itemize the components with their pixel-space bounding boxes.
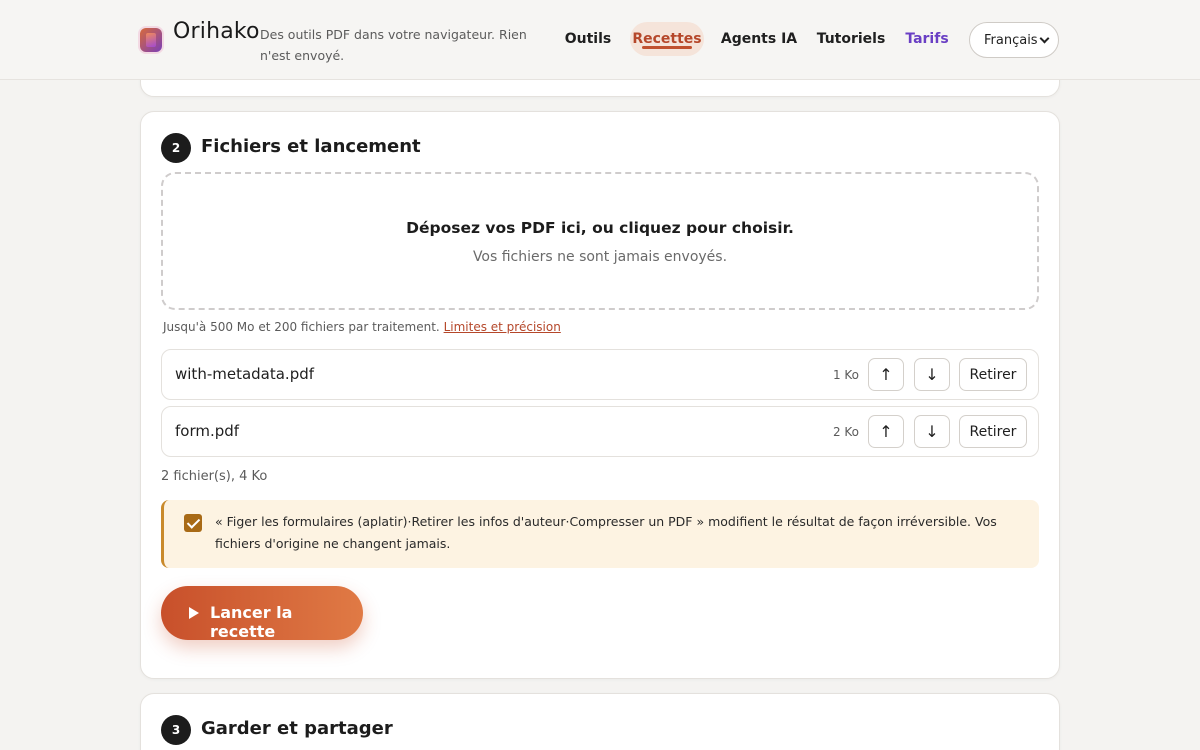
run-recipe-label: Lancer la recette [210, 603, 293, 641]
language-select[interactable]: Français [969, 22, 1059, 58]
nav-agents-ia[interactable]: Agents IA [718, 22, 800, 56]
brand-tagline: Des outils PDF dans votre navigateur. Ri… [260, 27, 527, 63]
remove-file-button[interactable]: Retirer [959, 415, 1027, 448]
files-summary: 2 fichier(s), 4 Ko [161, 469, 268, 484]
step3-title: Garder et partager [201, 718, 393, 739]
step3-card: 3 Garder et partager [140, 693, 1060, 750]
nav-tutoriels[interactable]: Tutoriels [814, 22, 888, 56]
nav-tarifs[interactable]: Tarifs [902, 22, 952, 56]
arrow-down-icon: ↓ [925, 365, 939, 384]
warning-text: « Figer les formulaires (aplatir)·Retire… [215, 514, 997, 551]
file-row: form.pdf 2 Ko ↑ ↓ Retirer [161, 406, 1039, 457]
arrow-up-icon: ↑ [879, 365, 893, 384]
arrow-up-icon: ↑ [879, 422, 893, 441]
orihako-logo-icon[interactable] [140, 28, 162, 52]
file-size: 1 Ko [832, 368, 859, 382]
nav-recettes[interactable]: Recettes [630, 22, 704, 56]
step2-number-badge: 2 [161, 133, 191, 163]
remove-file-button[interactable]: Retirer [959, 358, 1027, 391]
dropzone-title: Déposez vos PDF ici, ou cliquez pour cho… [406, 219, 794, 237]
arrow-down-icon: ↓ [925, 422, 939, 441]
pdf-dropzone[interactable]: Déposez vos PDF ici, ou cliquez pour cho… [161, 172, 1039, 310]
file-name: form.pdf [175, 422, 240, 440]
nav-active-indicator [642, 46, 692, 49]
top-header: Orihako Des outils PDF dans votre naviga… [0, 0, 1200, 80]
run-recipe-button[interactable]: Lancer la recette [161, 586, 363, 641]
step2-title: Fichiers et lancement [201, 136, 421, 157]
file-row: with-metadata.pdf 1 Ko ↑ ↓ Retirer [161, 349, 1039, 400]
file-name: with-metadata.pdf [175, 365, 315, 383]
move-down-button[interactable]: ↓ [914, 415, 950, 448]
move-down-button[interactable]: ↓ [914, 358, 950, 391]
move-up-button[interactable]: ↑ [868, 415, 904, 448]
step2-card: 2 Fichiers et lancement Déposez vos PDF … [140, 111, 1060, 679]
limits-note: Jusqu'à 500 Mo et 200 fichiers par trait… [163, 320, 561, 334]
brand-name[interactable]: Orihako [173, 19, 260, 44]
file-size: 2 Ko [832, 425, 859, 439]
language-value: Français [984, 32, 1038, 48]
limits-link[interactable]: Limites et précision [444, 320, 561, 334]
step3-number-badge: 3 [161, 715, 191, 745]
header-inner: Orihako Des outils PDF dans votre naviga… [140, 0, 1060, 80]
move-up-button[interactable]: ↑ [868, 358, 904, 391]
play-icon [189, 607, 199, 619]
acknowledge-checkbox[interactable] [184, 514, 202, 532]
irreversible-warning: « Figer les formulaires (aplatir)·Retire… [161, 500, 1039, 568]
nav-outils[interactable]: Outils [558, 22, 618, 56]
limits-text: Jusqu'à 500 Mo et 200 fichiers par trait… [163, 320, 440, 334]
chevron-down-icon [1039, 33, 1050, 43]
dropzone-subtitle: Vos fichiers ne sont jamais envoyés. [472, 249, 728, 265]
